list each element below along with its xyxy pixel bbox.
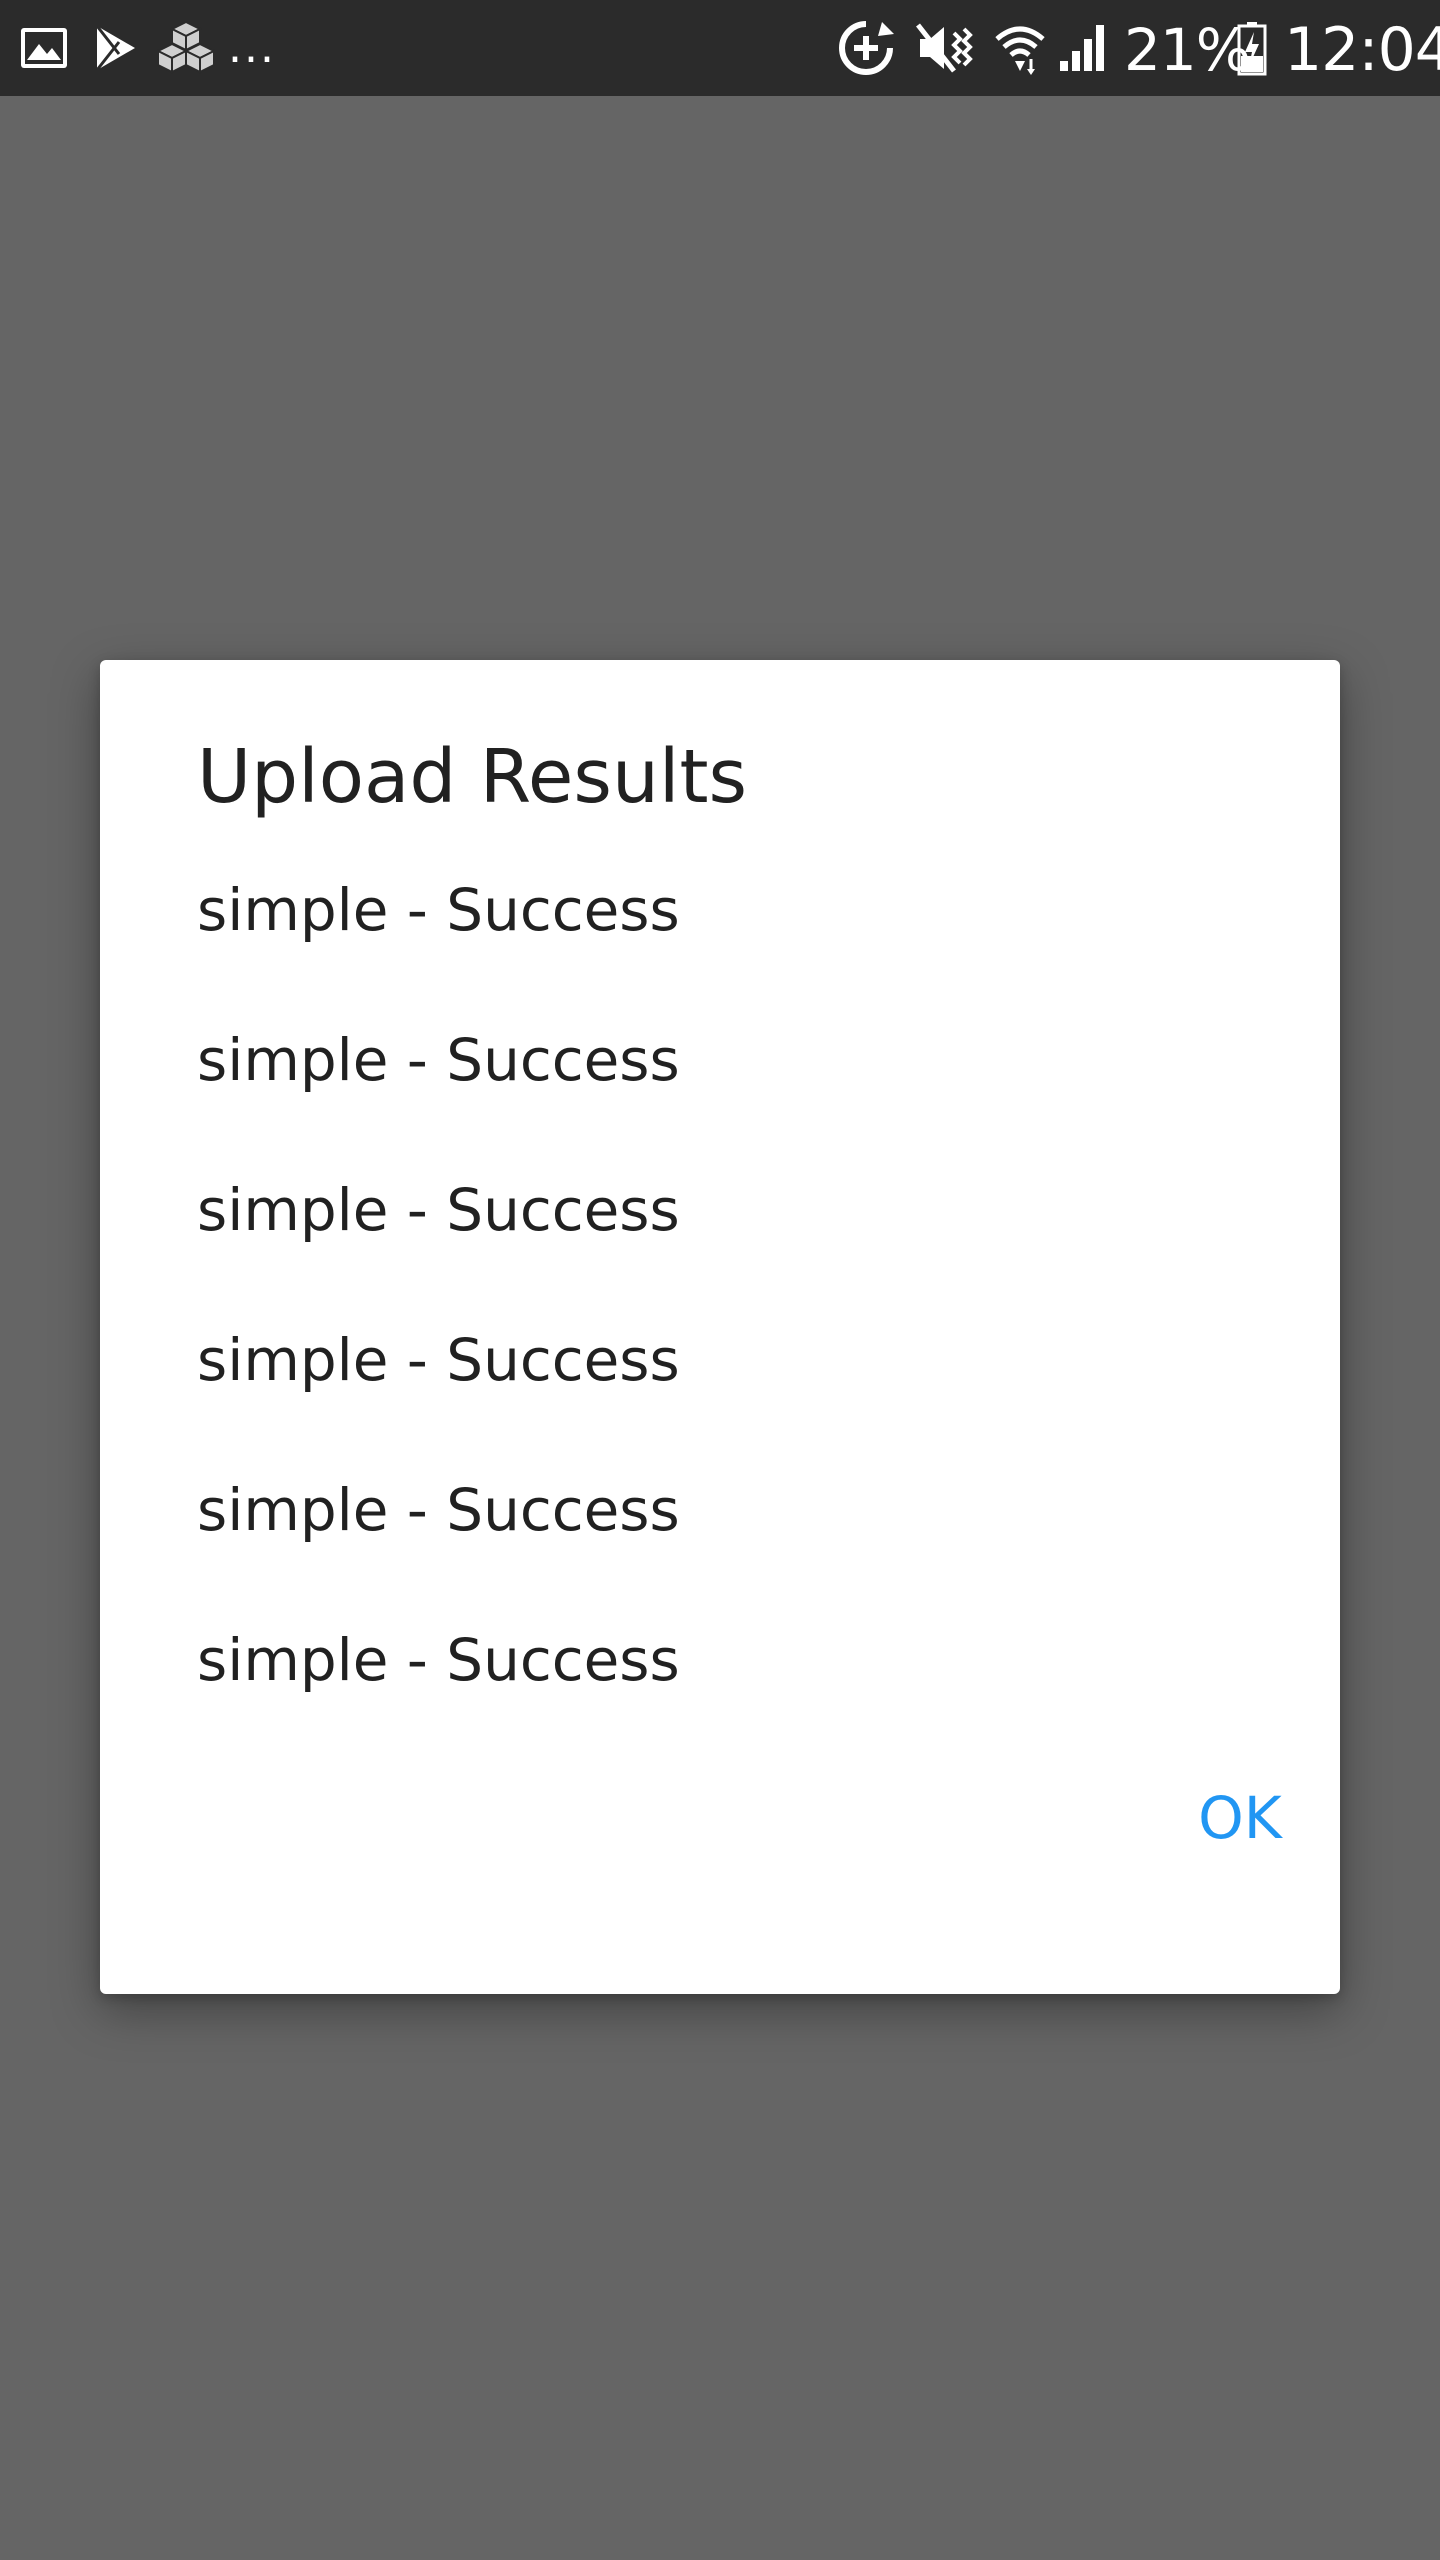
results-list: simple - Success simple - Success simple…	[197, 880, 680, 1780]
signal-icon	[1056, 0, 1112, 96]
mute-icon	[912, 0, 976, 96]
cubes-icon	[156, 0, 216, 96]
play-store-icon	[90, 0, 140, 96]
battery-charging-icon	[1234, 0, 1270, 96]
dialog-title: Upload Results	[197, 734, 748, 820]
clock: 12:04	[1284, 15, 1440, 85]
result-item: simple - Success	[197, 1326, 680, 1394]
ok-button[interactable]: OK	[1160, 1768, 1320, 1868]
wifi-icon	[992, 0, 1048, 96]
gallery-icon	[16, 0, 72, 96]
result-item: simple - Success	[197, 1026, 680, 1094]
battery-percentage: 21%	[1124, 16, 1251, 84]
result-item: simple - Success	[197, 1476, 680, 1544]
result-item: simple - Success	[197, 876, 680, 944]
upload-results-dialog: Upload Results simple - Success simple -…	[100, 660, 1340, 1994]
result-item: simple - Success	[197, 1626, 680, 1694]
result-item: simple - Success	[197, 1176, 680, 1244]
status-bar: ... 21% 12:04	[0, 0, 1440, 96]
more-notifications-indicator: ...	[228, 22, 276, 73]
sync-add-icon	[834, 0, 898, 96]
